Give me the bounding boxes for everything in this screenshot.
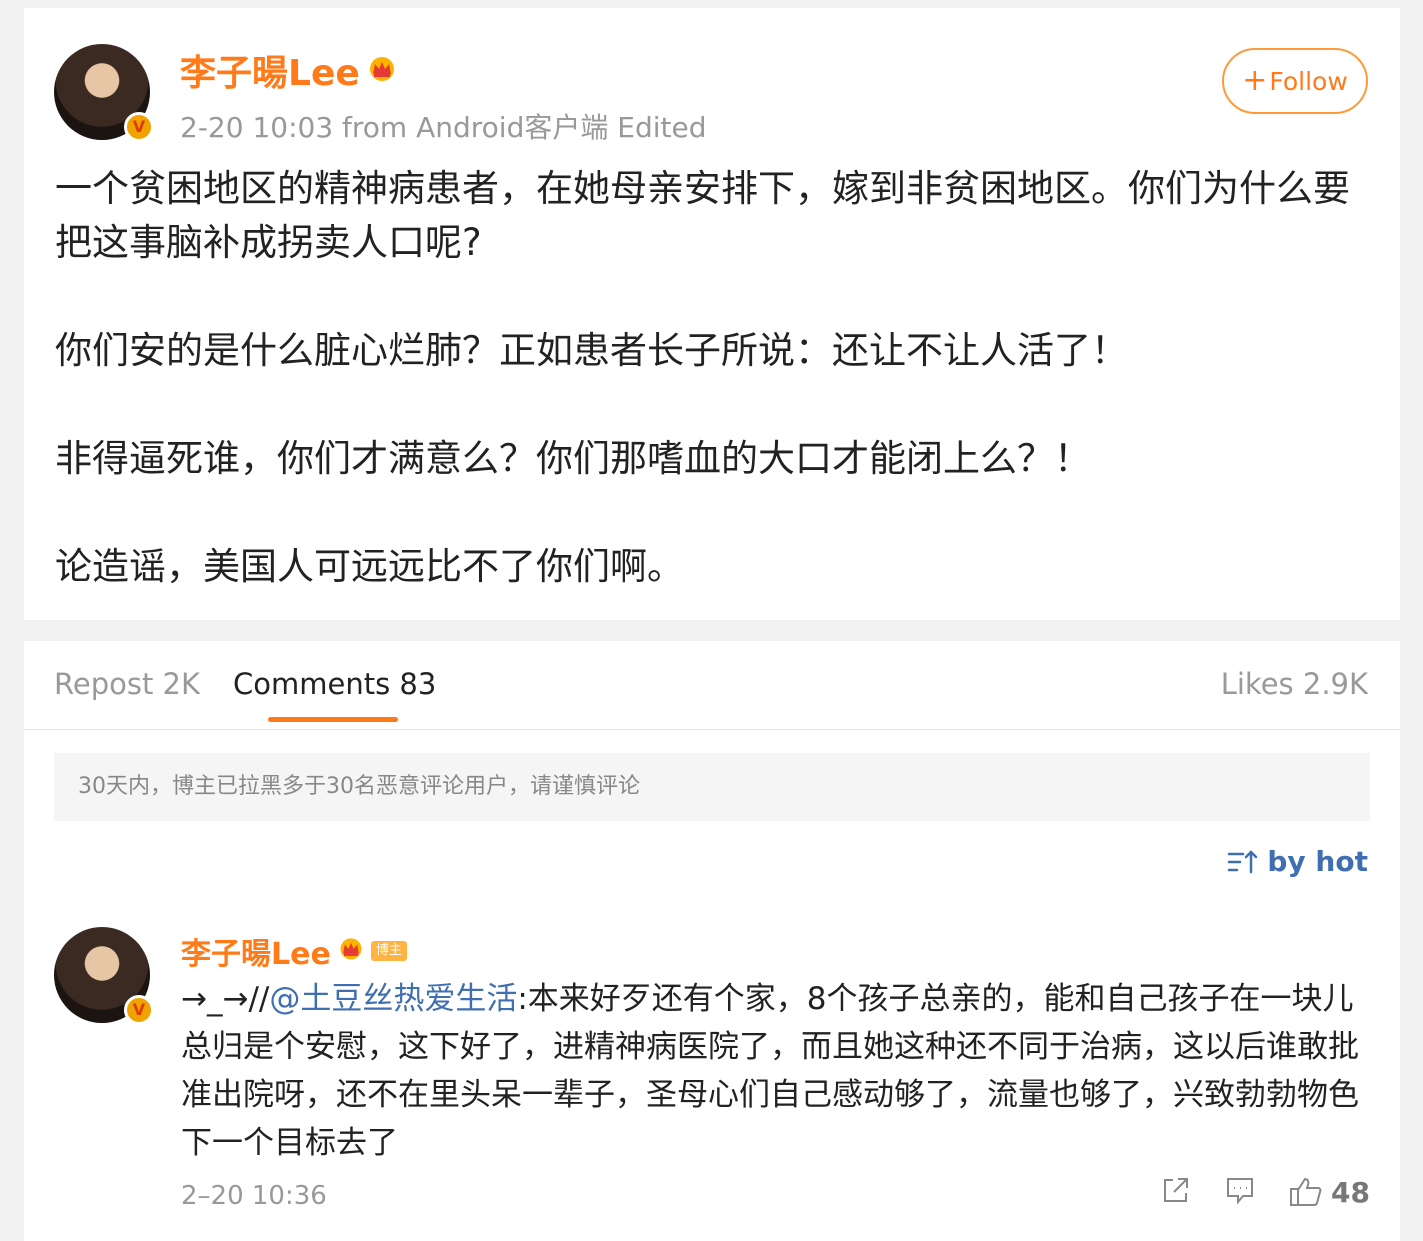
share-icon[interactable] bbox=[1161, 1175, 1191, 1209]
reply-icon[interactable] bbox=[1225, 1175, 1255, 1209]
post-paragraph: 非得逼死谁，你们才满意么？你们那嗜血的大口才能闭上么？！ bbox=[55, 437, 1091, 480]
commenter-avatar[interactable]: V bbox=[54, 927, 154, 1025]
post-paragraph: 你们安的是什么脏心烂肺？正如患者长子所说：还让不让人活了！ bbox=[55, 329, 1128, 372]
author-name-row: 李子暘Lee bbox=[180, 44, 398, 96]
comment-prefix: →_→// bbox=[181, 981, 270, 1017]
like-count: 48 bbox=[1331, 1175, 1370, 1209]
author-name[interactable]: 李子暘Lee bbox=[180, 44, 360, 96]
sort-icon bbox=[1228, 849, 1258, 873]
post-card: V 李子暘Lee 2-20 10:03 from Android客户端 Edit… bbox=[24, 8, 1400, 620]
comments-card: Repost 2K Comments 83 Likes 2.9K 30天内，博主… bbox=[24, 641, 1400, 1241]
tab-likes[interactable]: Likes 2.9K bbox=[1221, 667, 1368, 701]
comment-notice: 30天内，博主已拉黑多于30名恶意评论用户，请谨慎评论 bbox=[54, 753, 1370, 821]
tab-comments[interactable]: Comments 83 bbox=[233, 667, 436, 701]
post-paragraph: 论造谣，美国人可远远比不了你们啊。 bbox=[55, 545, 684, 588]
author-avatar[interactable]: V bbox=[54, 44, 154, 142]
tab-repost[interactable]: Repost 2K bbox=[54, 667, 200, 701]
sort-button[interactable]: by hot bbox=[1227, 845, 1368, 878]
sort-label: by hot bbox=[1267, 845, 1368, 878]
post-meta: 2-20 10:03 from Android客户端 Edited bbox=[180, 111, 707, 144]
follow-button[interactable]: + Follow bbox=[1222, 48, 1368, 114]
comment-actions: 48 bbox=[1161, 1175, 1370, 1209]
tab-active-indicator bbox=[268, 717, 398, 722]
follow-label: Follow bbox=[1269, 66, 1348, 96]
thumbs-up-icon bbox=[1290, 1177, 1322, 1206]
comment-mention-link[interactable]: @土豆丝热爱生活 bbox=[269, 981, 517, 1017]
tab-bar: Repost 2K Comments 83 Likes 2.9K bbox=[24, 641, 1400, 730]
plus-icon: + bbox=[1242, 63, 1268, 98]
comment-date: 2–20 10:36 bbox=[181, 1181, 327, 1211]
comment-text: →_→//@土豆丝热爱生活:本来好歹还有个家，8个孩子总亲的，能和自己孩子在一块… bbox=[181, 975, 1371, 1167]
commenter-name-row: 李子暘Lee 博主 bbox=[181, 929, 407, 973]
commenter-name[interactable]: 李子暘Lee bbox=[181, 929, 331, 973]
post-paragraph: 一个贫困地区的精神病患者，在她母亲安排下，嫁到非贫困地区。你们为什么要把这事脑补… bbox=[55, 167, 1350, 264]
crown-icon bbox=[366, 50, 398, 91]
host-badge: 博主 bbox=[370, 941, 407, 961]
verified-v-icon: V bbox=[124, 995, 154, 1025]
crown-icon bbox=[337, 934, 365, 969]
like-button[interactable]: 48 bbox=[1289, 1176, 1370, 1209]
verified-v-icon: V bbox=[124, 112, 154, 142]
